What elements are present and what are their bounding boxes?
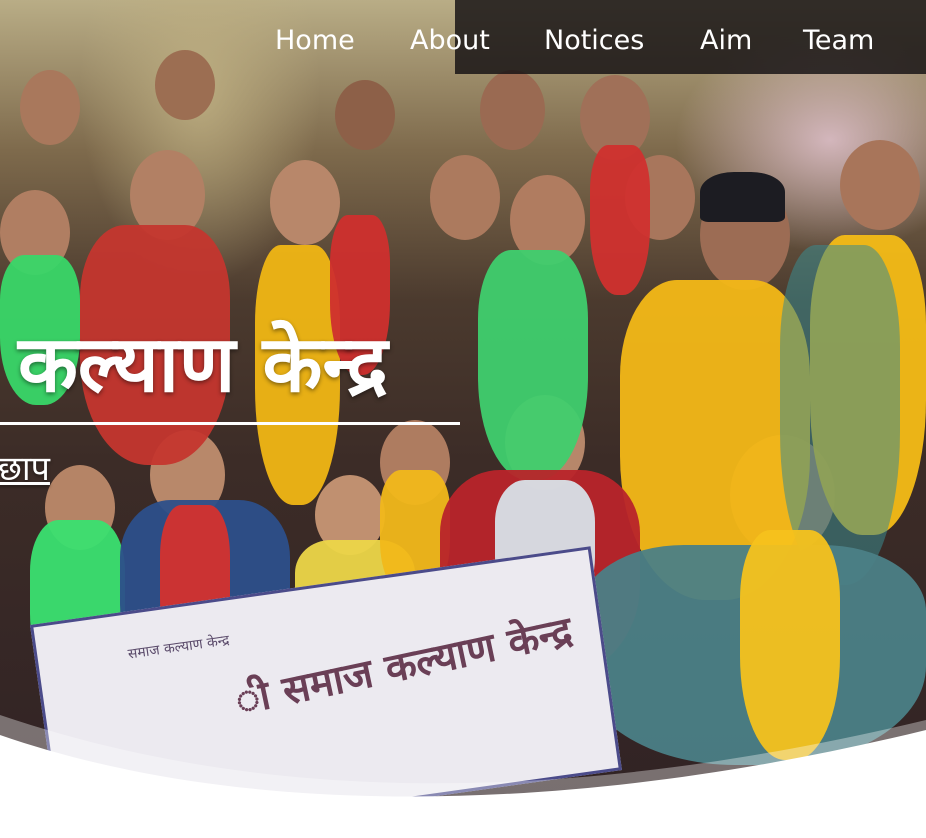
hero-subtitle: छाप <box>0 449 50 489</box>
hero-section: समाज कल्याण केन्द्र ी समाज कल्याण केन्द्… <box>0 0 926 838</box>
hero-title-underline <box>0 422 460 425</box>
nav-notices[interactable]: Notices <box>544 27 644 54</box>
nav-home[interactable]: Home <box>275 27 355 54</box>
nav-aim[interactable]: Aim <box>700 27 752 54</box>
hero-title: कल्याण केन्द्र <box>18 320 388 410</box>
nav-team[interactable]: Team <box>803 27 874 54</box>
nav-about[interactable]: About <box>410 27 490 54</box>
bottom-wave <box>0 715 926 838</box>
banner-small-text: समाज कल्याण केन्द्र <box>126 632 231 663</box>
main-nav: Home About Notices Aim Team <box>275 0 926 74</box>
